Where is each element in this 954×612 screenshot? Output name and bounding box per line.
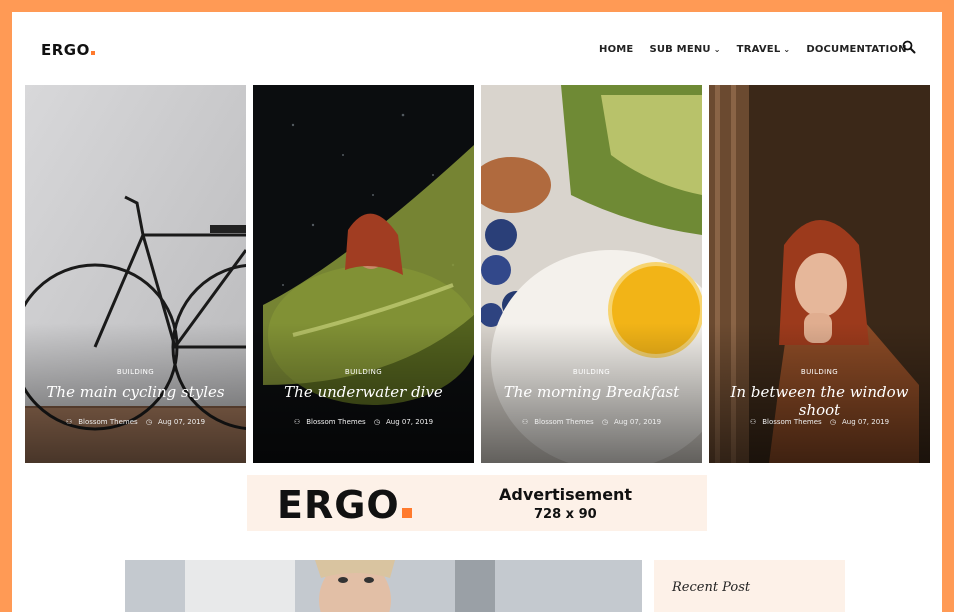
post-category[interactable]: BUILDING bbox=[481, 368, 702, 376]
user-icon: ⚇ bbox=[749, 418, 757, 426]
nav-item-documentation[interactable]: DOCUMENTATION bbox=[806, 44, 906, 55]
nav-label: HOME bbox=[599, 44, 634, 55]
post-card[interactable]: BUILDING The underwater dive ⚇ Blossom Th… bbox=[253, 85, 474, 463]
widget-title: Recent Post bbox=[672, 580, 751, 595]
nav-label: SUB MENU bbox=[649, 44, 711, 55]
user-icon: ⚇ bbox=[65, 418, 73, 426]
post-author[interactable]: Blossom Themes bbox=[534, 418, 593, 426]
post-card[interactable]: BUILDING The main cycling styles ⚇ Blosso… bbox=[25, 85, 246, 463]
main-nav: HOME SUB MENU ⌄ TRAVEL ⌄ DOCUMENTATION bbox=[599, 44, 923, 55]
sidebar-widget: Recent Post bbox=[654, 560, 845, 612]
ad-logo-text: ERGO bbox=[277, 483, 400, 527]
post-title[interactable]: The morning Breakfast bbox=[481, 383, 702, 401]
ad-logo-dot bbox=[401, 508, 412, 518]
nav-item-sub-menu[interactable]: SUB MENU ⌄ bbox=[649, 44, 720, 55]
clock-icon: ◷ bbox=[145, 418, 152, 426]
clock-icon: ◷ bbox=[829, 418, 836, 426]
nav-label: DOCUMENTATION bbox=[806, 44, 907, 55]
post-author[interactable]: Blossom Themes bbox=[306, 418, 365, 426]
post-title[interactable]: The underwater dive bbox=[253, 383, 474, 401]
post-card[interactable]: BUILDING The morning Breakfast ⚇ Blossom … bbox=[481, 85, 702, 463]
user-icon: ⚇ bbox=[293, 418, 301, 426]
featured-posts: BUILDING The main cycling styles ⚇ Blosso… bbox=[25, 85, 931, 463]
advertisement-banner[interactable]: ERGO Advertisement 728 x 90 bbox=[247, 475, 707, 531]
featured-post-image[interactable] bbox=[125, 560, 642, 612]
post-meta: ⚇ Blossom Themes ◷ Aug 07, 2019 bbox=[25, 418, 246, 426]
clock-icon: ◷ bbox=[373, 418, 380, 426]
featured-image-art bbox=[125, 560, 642, 612]
page-frame: ERGO HOME SUB MENU ⌄ TRAVEL ⌄ DOCUMENTATIO… bbox=[12, 12, 942, 612]
post-card[interactable]: BUILDING In between the window shoot ⚇ Bl… bbox=[709, 85, 930, 463]
post-date[interactable]: Aug 07, 2019 bbox=[842, 418, 889, 426]
nav-item-travel[interactable]: TRAVEL ⌄ bbox=[737, 44, 791, 55]
user-icon: ⚇ bbox=[521, 418, 529, 426]
logo-dot bbox=[90, 51, 95, 55]
post-meta: ⚇ Blossom Themes ◷ Aug 07, 2019 bbox=[481, 418, 702, 426]
post-date[interactable]: Aug 07, 2019 bbox=[614, 418, 661, 426]
post-author[interactable]: Blossom Themes bbox=[78, 418, 137, 426]
chevron-down-icon: ⌄ bbox=[783, 45, 791, 54]
post-meta: ⚇ Blossom Themes ◷ Aug 07, 2019 bbox=[709, 418, 930, 426]
post-category[interactable]: BUILDING bbox=[253, 368, 474, 376]
post-date[interactable]: Aug 07, 2019 bbox=[158, 418, 205, 426]
site-logo[interactable]: ERGO bbox=[41, 41, 95, 59]
clock-icon: ◷ bbox=[601, 418, 608, 426]
nav-item-home[interactable]: HOME bbox=[599, 44, 633, 55]
post-category[interactable]: BUILDING bbox=[25, 368, 246, 376]
post-category[interactable]: BUILDING bbox=[709, 368, 930, 376]
post-author[interactable]: Blossom Themes bbox=[762, 418, 821, 426]
ad-size: 728 x 90 bbox=[534, 507, 597, 522]
chevron-down-icon: ⌄ bbox=[713, 45, 721, 54]
search-icon[interactable] bbox=[902, 40, 916, 54]
ad-title: Advertisement bbox=[499, 485, 633, 504]
post-meta: ⚇ Blossom Themes ◷ Aug 07, 2019 bbox=[253, 418, 474, 426]
ad-logo: ERGO bbox=[277, 483, 412, 527]
logo-text: ERGO bbox=[41, 41, 90, 59]
post-title[interactable]: The main cycling styles bbox=[25, 383, 246, 401]
nav-label: TRAVEL bbox=[736, 44, 781, 55]
post-date[interactable]: Aug 07, 2019 bbox=[386, 418, 433, 426]
post-title[interactable]: In between the window shoot bbox=[709, 383, 930, 419]
